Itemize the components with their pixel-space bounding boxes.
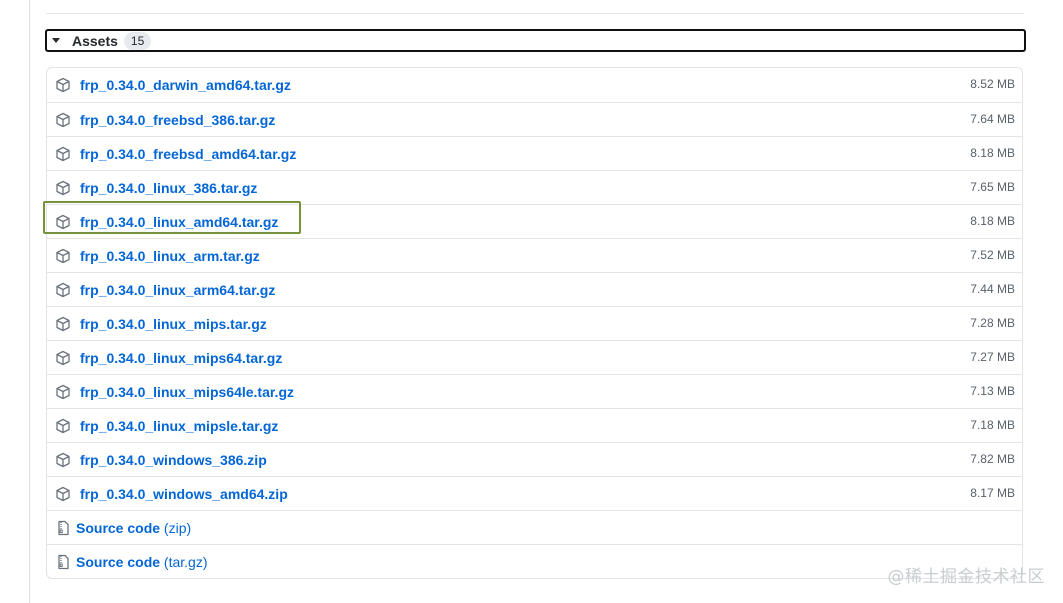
asset-download-link[interactable]: frp_0.34.0_freebsd_amd64.tar.gz <box>80 146 296 162</box>
package-icon <box>55 350 71 366</box>
package-icon <box>55 282 71 298</box>
asset-row: frp_0.34.0_darwin_amd64.tar.gz 8.52 MB <box>47 68 1022 102</box>
asset-row: frp_0.34.0_linux_arm64.tar.gz 7.44 MB <box>47 272 1022 306</box>
asset-row: frp_0.34.0_linux_mips.tar.gz 7.28 MB <box>47 306 1022 340</box>
asset-download-link[interactable]: frp_0.34.0_linux_mipsle.tar.gz <box>80 418 278 434</box>
asset-download-link[interactable]: frp_0.34.0_linux_arm.tar.gz <box>80 248 260 264</box>
asset-size: 8.17 MB <box>970 486 1015 500</box>
asset-size: 7.52 MB <box>970 248 1015 262</box>
package-icon <box>55 418 71 434</box>
source-code-row: Source code (tar.gz) <box>47 544 1022 578</box>
file-zip-icon <box>55 520 71 536</box>
left-border-line <box>29 0 30 603</box>
asset-size: 7.13 MB <box>970 384 1015 398</box>
asset-list: frp_0.34.0_darwin_amd64.tar.gz 8.52 MB f… <box>46 67 1023 579</box>
asset-download-link[interactable]: frp_0.34.0_linux_mips64.tar.gz <box>80 350 282 366</box>
asset-size: 7.28 MB <box>970 316 1015 330</box>
asset-size: 7.82 MB <box>970 452 1015 466</box>
package-icon <box>55 214 71 230</box>
asset-download-link[interactable]: frp_0.34.0_windows_amd64.zip <box>80 486 288 502</box>
asset-download-link[interactable]: frp_0.34.0_linux_386.tar.gz <box>80 180 257 196</box>
asset-row: frp_0.34.0_linux_arm.tar.gz 7.52 MB <box>47 238 1022 272</box>
source-code-row: Source code (zip) <box>47 510 1022 544</box>
package-icon <box>55 248 71 264</box>
asset-row: frp_0.34.0_freebsd_386.tar.gz 7.64 MB <box>47 102 1022 136</box>
source-code-label: Source code <box>76 553 161 570</box>
asset-row: frp_0.34.0_linux_386.tar.gz 7.65 MB <box>47 170 1022 204</box>
asset-size: 7.27 MB <box>970 350 1015 364</box>
package-icon <box>55 316 71 332</box>
asset-size: 7.18 MB <box>970 418 1015 432</box>
source-code-ext: (zip) <box>163 519 192 536</box>
package-icon <box>55 486 71 502</box>
asset-row: frp_0.34.0_linux_amd64.tar.gz 8.18 MB <box>47 204 1022 238</box>
asset-size: 7.65 MB <box>970 180 1015 194</box>
package-icon <box>55 452 71 468</box>
asset-size: 7.64 MB <box>970 112 1015 126</box>
asset-download-link[interactable]: frp_0.34.0_linux_mips64le.tar.gz <box>80 384 294 400</box>
source-code-label: Source code <box>76 519 161 536</box>
asset-download-link[interactable]: frp_0.34.0_darwin_amd64.tar.gz <box>80 77 291 93</box>
file-zip-icon <box>55 554 71 570</box>
assets-count-badge: 15 <box>123 31 152 50</box>
asset-download-link[interactable]: frp_0.34.0_freebsd_386.tar.gz <box>80 112 275 128</box>
asset-size: 7.44 MB <box>970 282 1015 296</box>
asset-row: frp_0.34.0_linux_mipsle.tar.gz 7.18 MB <box>47 408 1022 442</box>
asset-row: frp_0.34.0_windows_386.zip 7.82 MB <box>47 442 1022 476</box>
assets-toggle[interactable]: Assets 15 <box>45 29 1026 52</box>
package-icon <box>55 384 71 400</box>
package-icon <box>55 77 71 93</box>
source-code-ext: (tar.gz) <box>163 553 208 570</box>
asset-row: frp_0.34.0_linux_mips64le.tar.gz 7.13 MB <box>47 374 1022 408</box>
package-icon <box>55 180 71 196</box>
asset-row: frp_0.34.0_linux_mips64.tar.gz 7.27 MB <box>47 340 1022 374</box>
asset-size: 8.18 MB <box>970 146 1015 160</box>
asset-download-link[interactable]: frp_0.34.0_linux_amd64.tar.gz <box>80 214 278 230</box>
assets-title: Assets <box>72 32 118 49</box>
caret-down-icon <box>52 38 60 43</box>
source-code-targz-link[interactable]: Source code (tar.gz) <box>76 554 208 570</box>
package-icon <box>55 146 71 162</box>
source-code-zip-link[interactable]: Source code (zip) <box>76 520 191 536</box>
asset-size: 8.18 MB <box>970 214 1015 228</box>
asset-download-link[interactable]: frp_0.34.0_linux_mips.tar.gz <box>80 316 267 332</box>
asset-download-link[interactable]: frp_0.34.0_windows_386.zip <box>80 452 267 468</box>
asset-download-link[interactable]: frp_0.34.0_linux_arm64.tar.gz <box>80 282 275 298</box>
top-divider <box>46 13 1024 14</box>
watermark: @稀土掘金技术社区 <box>887 567 1045 587</box>
asset-row: frp_0.34.0_freebsd_amd64.tar.gz 8.18 MB <box>47 136 1022 170</box>
asset-size: 8.52 MB <box>970 77 1015 91</box>
package-icon <box>55 112 71 128</box>
asset-row: frp_0.34.0_windows_amd64.zip 8.17 MB <box>47 476 1022 510</box>
